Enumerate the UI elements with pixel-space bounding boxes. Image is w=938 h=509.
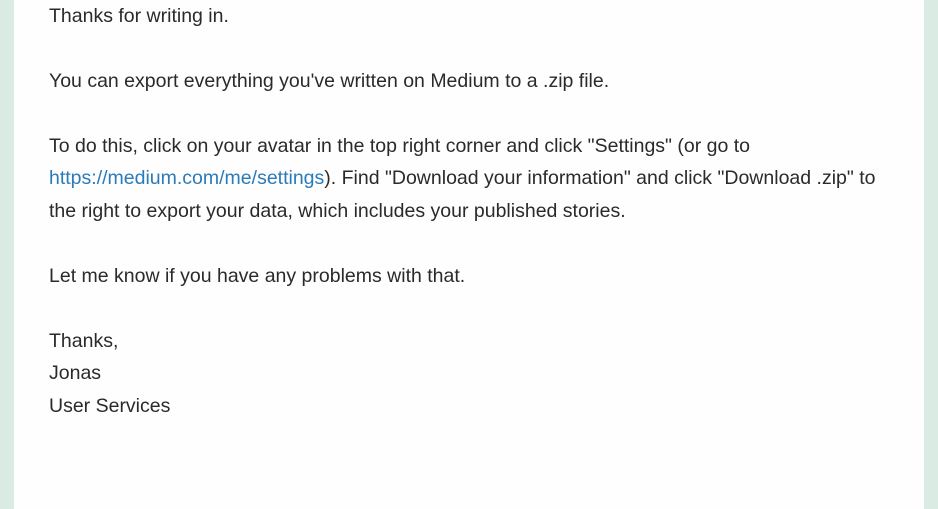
instruction-pre-text: To do this, click on your avatar in the … xyxy=(49,135,750,157)
page-container: Thanks for writing in. You can export ev… xyxy=(0,0,938,509)
closing-word: Thanks, xyxy=(49,325,889,358)
email-body: Thanks for writing in. You can export ev… xyxy=(14,0,924,509)
signature: Thanks, Jonas User Services xyxy=(49,325,889,423)
margin-left xyxy=(0,0,14,509)
followup-paragraph: Let me know if you have any problems wit… xyxy=(49,260,889,293)
instruction-paragraph: To do this, click on your avatar in the … xyxy=(49,130,889,228)
settings-link[interactable]: https://medium.com/me/settings xyxy=(49,167,324,189)
intro-paragraph: You can export everything you've written… xyxy=(49,65,889,98)
sender-name: Jonas xyxy=(49,357,889,390)
greeting-line: Thanks for writing in. xyxy=(49,0,889,33)
sender-team: User Services xyxy=(49,390,889,423)
margin-right xyxy=(924,0,938,509)
